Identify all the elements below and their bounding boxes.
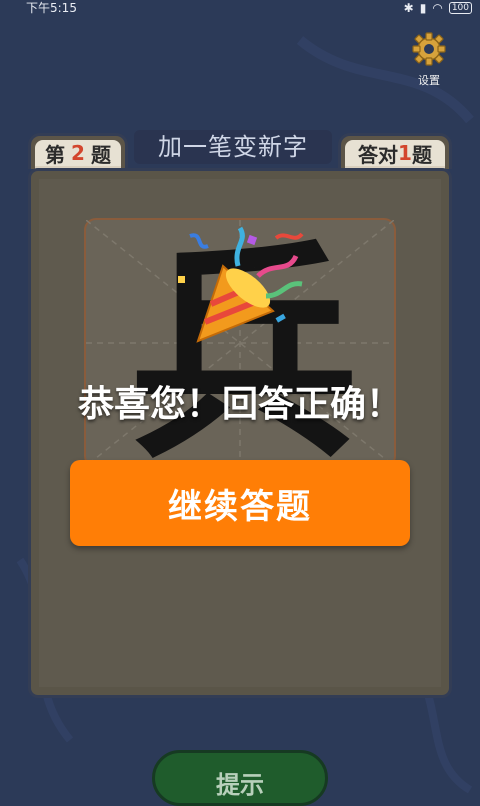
party-popper-icon — [178, 226, 304, 343]
correct-prefix: 答对 — [358, 142, 399, 167]
question-prefix: 第 — [45, 142, 66, 167]
gear-icon — [412, 32, 446, 66]
page-title: 加一笔变新字 — [134, 130, 332, 164]
correct-count: 1 — [398, 141, 412, 165]
success-message: 恭喜您！回答正确！ — [77, 384, 402, 425]
correct-suffix: 题 — [411, 142, 432, 167]
continue-button[interactable]: 继续答题 — [70, 460, 410, 546]
settings-button[interactable]: 设置 — [412, 32, 446, 88]
question-suffix: 题 — [90, 142, 111, 167]
question-number: 2 — [71, 141, 85, 165]
question-number-tab: 第 2 题 — [28, 133, 128, 169]
settings-label: 设置 — [418, 74, 440, 87]
hint-button[interactable]: 提示 — [152, 750, 328, 806]
battery-indicator: 100 — [448, 2, 472, 14]
signal-icon: ▮ — [419, 1, 427, 15]
correct-count-tab: 答对 1 题 — [338, 133, 452, 169]
status-time: 下午5:15 — [26, 1, 77, 15]
wifi-icon: ◠ — [432, 1, 443, 15]
status-bar: 下午5:15 ✱ ▮ ◠ 100 — [0, 0, 480, 16]
bluetooth-icon: ✱ — [403, 1, 414, 15]
